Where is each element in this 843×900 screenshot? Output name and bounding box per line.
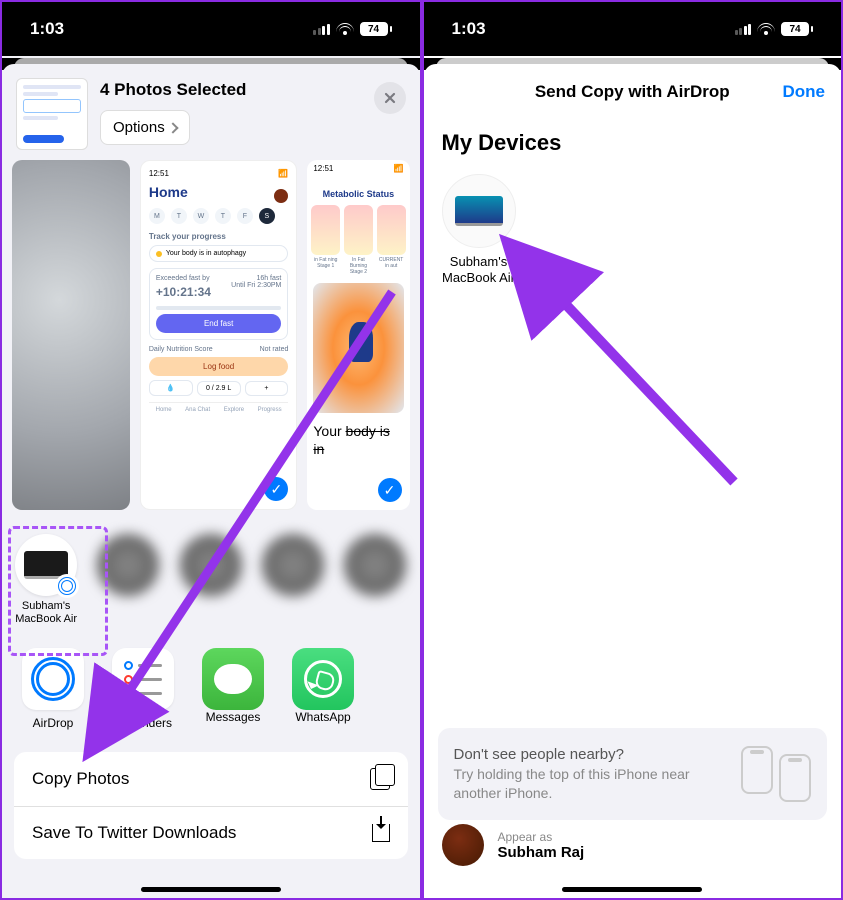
wifi-icon	[336, 23, 354, 35]
avatar	[442, 824, 484, 866]
action-save-twitter[interactable]: Save To Twitter Downloads	[14, 807, 408, 859]
share-apps: AirDrop Reminders Messages WhatsApp	[2, 644, 420, 742]
whatsapp-icon	[292, 648, 354, 710]
airdrop-contacts: Subham's MacBook Air	[2, 520, 420, 644]
app-reminders[interactable]: Reminders	[112, 648, 174, 730]
device-macbook[interactable]: Subham's MacBook Air	[442, 174, 516, 287]
cellular-icon	[735, 24, 752, 35]
action-copy-photos[interactable]: Copy Photos	[14, 752, 408, 807]
selection-thumbnail	[16, 78, 88, 150]
page-title: Send Copy with AirDrop	[535, 82, 730, 102]
status-bar: 1:03 74	[424, 2, 842, 56]
status-time: 1:03	[452, 19, 486, 39]
section-title: My Devices	[424, 120, 842, 166]
status-time: 1:03	[30, 19, 64, 39]
battery-icon: 74	[781, 22, 813, 36]
photo-previews: 12:51📶 Home MTWTFS Track your progress Y…	[2, 160, 420, 520]
checkmark-icon: ✓	[378, 478, 402, 502]
home-indicator[interactable]	[141, 887, 281, 892]
preview-photo-2[interactable]: 12:51📶 Home MTWTFS Track your progress Y…	[140, 160, 297, 510]
preview-photo-3[interactable]: 12:51📶 Metabolic Status in Fat ning Stag…	[307, 160, 409, 510]
options-button[interactable]: Options	[100, 110, 190, 145]
annotation-arrow	[524, 272, 784, 537]
cellular-icon	[313, 24, 330, 35]
airdrop-icon	[31, 657, 75, 701]
download-icon	[372, 824, 390, 842]
copy-icon	[370, 768, 390, 790]
airdrop-screen: 1:03 74 Send Copy with AirDrop Done My D…	[422, 0, 843, 900]
checkmark-icon: ✓	[264, 477, 288, 501]
wifi-icon	[757, 23, 775, 35]
chevron-right-icon	[167, 122, 178, 133]
messages-icon	[202, 648, 264, 710]
airdrop-contact-blurred[interactable]	[177, 534, 245, 600]
home-indicator[interactable]	[562, 887, 702, 892]
share-sheet-screen: 1:03 74 4 Photos Selected Options	[0, 0, 422, 900]
app-whatsapp[interactable]: WhatsApp	[292, 648, 354, 730]
status-bar: 1:03 74	[2, 2, 420, 56]
airdrop-contact-macbook[interactable]: Subham's MacBook Air	[12, 534, 80, 626]
reminders-icon	[124, 661, 162, 698]
hint-title: Don't see people nearby?	[454, 746, 728, 763]
app-airdrop[interactable]: AirDrop	[22, 648, 84, 730]
phones-illustration	[741, 746, 811, 802]
preview-photo-1[interactable]	[12, 160, 130, 510]
airdrop-contact-blurred[interactable]	[259, 534, 327, 600]
battery-icon: 74	[360, 22, 392, 36]
share-title: 4 Photos Selected	[100, 80, 362, 100]
airdrop-contact-blurred[interactable]	[341, 534, 409, 600]
header: Send Copy with AirDrop Done	[424, 64, 842, 120]
close-button[interactable]	[374, 82, 406, 114]
share-actions: Copy Photos Save To Twitter Downloads	[14, 752, 408, 859]
app-messages[interactable]: Messages	[202, 648, 264, 730]
airdrop-contact-blurred[interactable]	[94, 534, 162, 600]
hint-subtitle: Try holding the top of this iPhone near …	[454, 765, 728, 801]
airdrop-icon	[55, 574, 79, 598]
nearby-hint: Don't see people nearby? Try holding the…	[438, 728, 828, 820]
done-button[interactable]: Done	[783, 82, 826, 102]
appear-as-row[interactable]: Appear as Subham Raj	[438, 818, 828, 872]
